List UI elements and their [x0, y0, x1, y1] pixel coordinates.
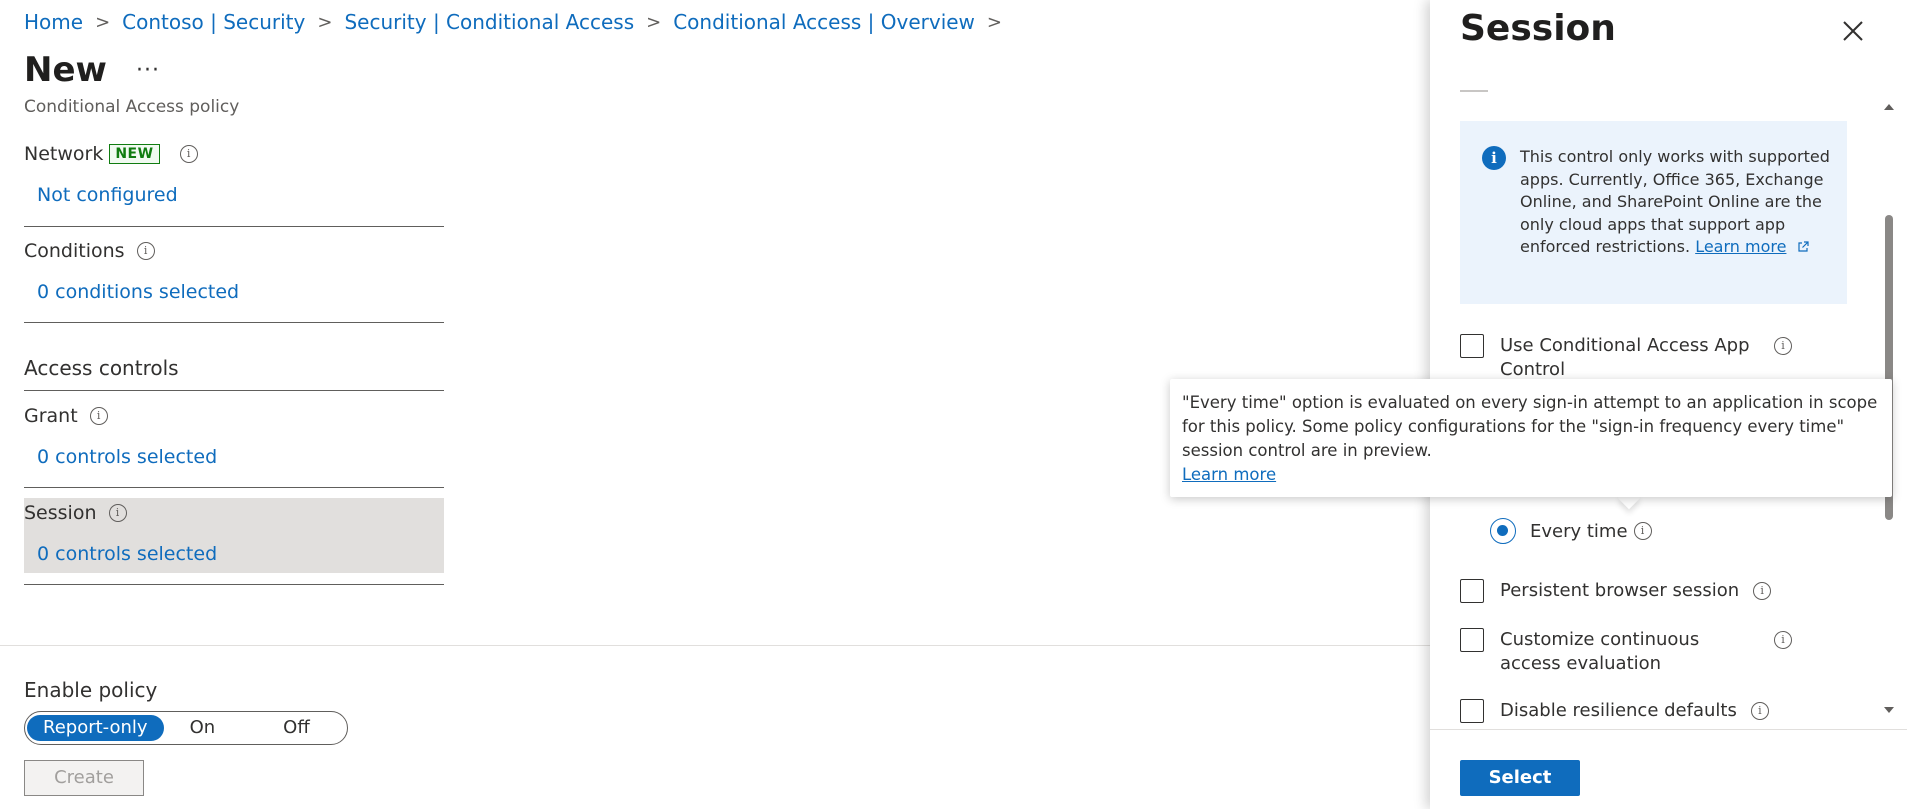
persistent-browser-label: Persistent browser session: [1500, 580, 1740, 601]
info-icon[interactable]: i: [108, 504, 127, 522]
close-icon[interactable]: [1840, 18, 1866, 44]
network-value-link[interactable]: Not configured: [37, 184, 178, 206]
persistent-browser-option: Persistent browser session i: [1460, 579, 1772, 603]
create-button[interactable]: Create: [24, 760, 144, 796]
info-icon[interactable]: i: [89, 407, 108, 425]
conditions-section-label: Conditions i: [24, 240, 155, 262]
divider: [24, 584, 444, 585]
tooltip-learn-more-link[interactable]: Learn more: [1182, 465, 1276, 484]
info-icon[interactable]: i: [1750, 702, 1769, 720]
toggle-report-only[interactable]: Report-only: [27, 715, 164, 741]
cae-checkbox[interactable]: [1460, 628, 1484, 652]
session-section-label: Session i: [24, 502, 127, 524]
chevron-right-icon: >: [646, 11, 662, 33]
grant-label: Grant: [24, 405, 78, 427]
info-icon[interactable]: i: [1774, 631, 1792, 649]
chevron-right-icon: >: [95, 11, 111, 33]
app-control-label: Use Conditional Access App Control: [1500, 335, 1750, 380]
tooltip-text: "Every time" option is evaluated on ever…: [1182, 391, 1880, 487]
session-value-link[interactable]: 0 controls selected: [37, 543, 217, 565]
info-filled-icon: i: [1482, 146, 1506, 170]
divider: [1460, 90, 1488, 92]
external-link-icon: [1797, 241, 1809, 252]
breadcrumb-security-conditional-access[interactable]: Security | Conditional Access: [344, 10, 634, 34]
every-time-tooltip: "Every time" option is evaluated on ever…: [1170, 379, 1892, 497]
conditions-label: Conditions: [24, 240, 125, 262]
cae-label: Customize continuous access evaluation: [1500, 629, 1700, 674]
breadcrumb: Home > Contoso | Security > Security | C…: [24, 10, 1014, 34]
conditions-value-link[interactable]: 0 conditions selected: [37, 281, 239, 303]
resilience-checkbox[interactable]: [1460, 699, 1484, 723]
app-control-checkbox[interactable]: [1460, 334, 1484, 358]
info-icon[interactable]: i: [179, 145, 198, 163]
every-time-radio[interactable]: [1490, 518, 1516, 544]
toggle-on[interactable]: On: [174, 715, 232, 741]
info-icon[interactable]: i: [1753, 582, 1772, 600]
chevron-right-icon: >: [986, 11, 1003, 33]
divider: [24, 390, 444, 391]
divider: [0, 645, 1430, 646]
toggle-off[interactable]: Off: [267, 715, 326, 741]
info-icon[interactable]: i: [1774, 337, 1792, 355]
breadcrumb-home[interactable]: Home: [24, 10, 83, 34]
cae-option: Customize continuous access evaluation i: [1460, 628, 1792, 676]
select-button[interactable]: Select: [1460, 760, 1580, 796]
page-title: New: [24, 50, 107, 90]
grant-value-link[interactable]: 0 controls selected: [37, 446, 217, 468]
info-icon[interactable]: i: [136, 242, 155, 260]
learn-more-link[interactable]: Learn more: [1695, 237, 1786, 256]
divider: [24, 226, 444, 227]
every-time-option: Every time i: [1490, 518, 1652, 544]
app-control-option: Use Conditional Access App Control i: [1460, 334, 1792, 382]
grant-section-label: Grant i: [24, 405, 108, 427]
page-subtitle: Conditional Access policy: [24, 97, 240, 117]
new-badge: NEW: [109, 144, 160, 164]
scroll-up-arrow-icon[interactable]: [1882, 100, 1896, 114]
persistent-browser-checkbox[interactable]: [1460, 579, 1484, 603]
info-icon[interactable]: i: [1633, 522, 1652, 540]
divider: [24, 487, 444, 488]
breadcrumb-contoso-security[interactable]: Contoso | Security: [122, 10, 305, 34]
panel-title: Session: [1460, 8, 1616, 49]
enable-policy-toggle: Report-only On Off: [24, 711, 348, 745]
enable-policy-label: Enable policy: [24, 678, 158, 702]
info-message-text: This control only works with supported a…: [1520, 146, 1830, 259]
chevron-right-icon: >: [317, 11, 333, 33]
info-message-box: i This control only works with supported…: [1460, 121, 1847, 304]
resilience-label: Disable resilience defaults: [1500, 700, 1737, 721]
divider: [1430, 729, 1907, 730]
tooltip-body: "Every time" option is evaluated on ever…: [1182, 393, 1878, 460]
resilience-option: Disable resilience defaults i: [1460, 699, 1769, 723]
more-options-button[interactable]: ···: [136, 58, 160, 83]
network-section-label: Network NEW i: [24, 143, 198, 165]
scroll-down-arrow-icon[interactable]: [1882, 703, 1896, 717]
breadcrumb-conditional-access-overview[interactable]: Conditional Access | Overview: [673, 10, 975, 34]
access-controls-heading: Access controls: [24, 356, 179, 380]
every-time-label: Every time: [1530, 520, 1628, 542]
session-label: Session: [24, 502, 97, 524]
network-label: Network: [24, 143, 104, 165]
divider: [24, 322, 444, 323]
